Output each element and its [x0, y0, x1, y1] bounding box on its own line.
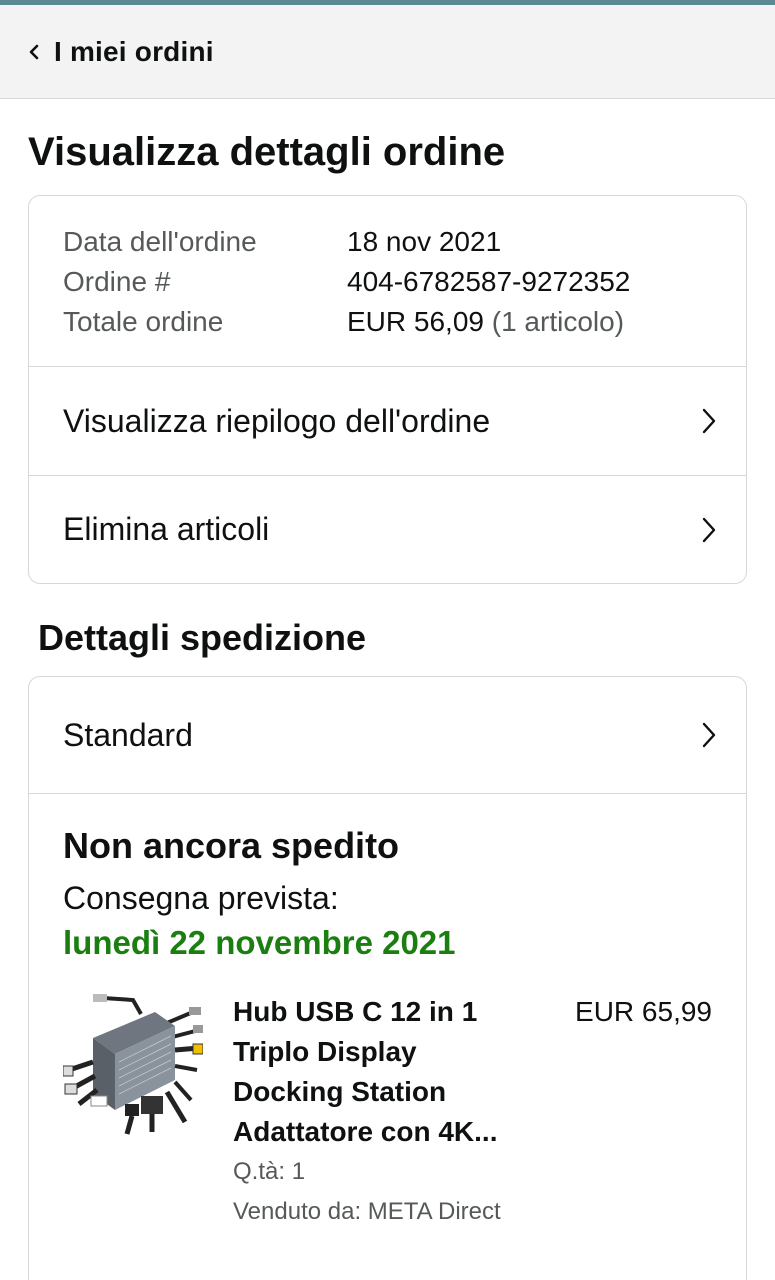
shipping-method-link[interactable]: Standard: [29, 677, 746, 794]
order-number-row: Ordine # 404-6782587-9272352: [63, 262, 712, 302]
order-info: Data dell'ordine 18 nov 2021 Ordine # 40…: [29, 196, 746, 367]
product-quantity: Q.tà: 1: [233, 1158, 306, 1185]
product-info: Hub USB C 12 in 1 Triplo Display Docking…: [233, 992, 533, 1232]
order-date-value: 18 nov 2021: [347, 226, 502, 257]
order-total-label: Totale ordine: [63, 306, 224, 337]
product-title-line[interactable]: Triplo Display: [233, 1032, 533, 1072]
delivery-label: Consegna prevista:: [63, 880, 339, 916]
order-card: Data dell'ordine 18 nov 2021 Ordine # 40…: [28, 195, 747, 584]
product-title-line[interactable]: Hub USB C 12 in 1: [233, 992, 533, 1032]
chevron-left-icon[interactable]: [26, 42, 42, 62]
chevron-right-icon: [702, 722, 716, 748]
order-total-row: Totale ordine EUR 56,09 (1 articolo): [63, 302, 712, 342]
back-link-label[interactable]: I miei ordini: [54, 36, 214, 68]
order-item[interactable]: Hub USB C 12 in 1 Triplo Display Docking…: [63, 992, 712, 1232]
delete-items-link[interactable]: Elimina articoli: [29, 475, 746, 583]
order-total-items: (1 articolo): [491, 306, 625, 337]
order-total-amount: EUR 56,09: [347, 306, 484, 337]
header: I miei ordini: [0, 5, 775, 99]
product-seller: Venduto da: META Direct: [233, 1198, 501, 1225]
product-title-line[interactable]: Docking Station: [233, 1072, 533, 1112]
order-number-label: Ordine #: [63, 266, 171, 297]
shipment-status: Non ancora spedito: [63, 825, 400, 866]
order-number-value: 404-6782587-9272352: [347, 266, 631, 297]
shipment-details: Non ancora spedito Consegna prevista: lu…: [29, 794, 746, 1232]
shipping-method-label[interactable]: Standard: [63, 717, 193, 754]
order-date-label: Data dell'ordine: [63, 226, 257, 257]
chevron-right-icon: [702, 408, 716, 434]
view-order-summary-label[interactable]: Visualizza riepilogo dell'ordine: [63, 403, 490, 440]
order-date-row: Data dell'ordine 18 nov 2021: [63, 222, 712, 262]
view-order-summary-link[interactable]: Visualizza riepilogo dell'ordine: [29, 367, 746, 475]
product-title[interactable]: Hub USB C 12 in 1 Triplo Display Docking…: [233, 992, 533, 1152]
back-link[interactable]: I miei ordini: [26, 36, 214, 68]
page-title: Visualizza dettagli ordine: [28, 130, 506, 174]
product-price: EUR 65,99: [575, 996, 712, 1027]
shipping-section-title: Dettagli spedizione: [38, 617, 367, 658]
delete-items-label[interactable]: Elimina articoli: [63, 511, 269, 548]
shipping-card: Standard Non ancora spedito Consegna pre…: [28, 676, 747, 1280]
delivery-date: lunedì 22 novembre 2021: [63, 924, 456, 961]
chevron-right-icon: [702, 517, 716, 542]
order-total-value: EUR 56,09 (1 articolo): [347, 302, 624, 342]
product-image[interactable]: [63, 992, 203, 1138]
product-title-line[interactable]: Adattatore con 4K...: [233, 1112, 533, 1152]
